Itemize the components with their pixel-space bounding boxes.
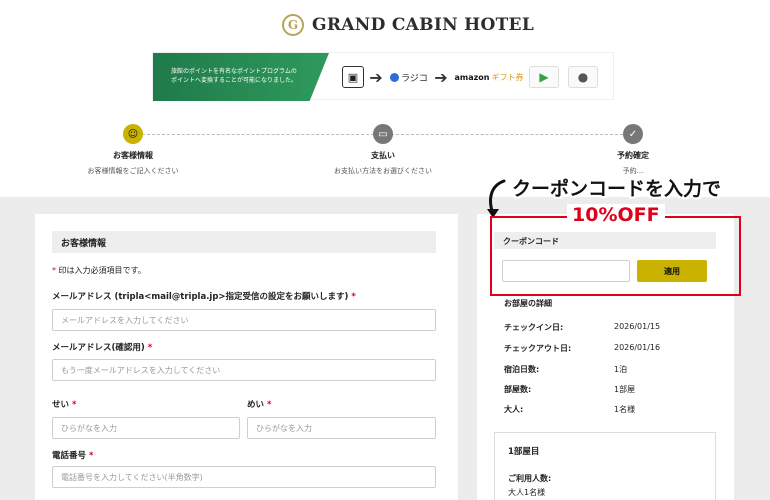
- point-card-icon: ▣: [342, 66, 364, 88]
- check-icon: ✓: [623, 124, 643, 144]
- required-mark: *: [52, 266, 56, 275]
- detail-row-adults: 大人: 1名様: [504, 404, 704, 415]
- points-banner[interactable]: 旅館のポイントを有名なポイントプログラムの ポイントへ変換することが可能になりま…: [152, 52, 614, 101]
- hotel-name: GRAND CABIN HOTEL: [312, 15, 535, 35]
- email-label: メールアドレス (tripla<mail@tripla.jp>指定受信の設定をお…: [52, 290, 356, 302]
- mei-label: めい *: [247, 398, 271, 410]
- amazon-label: amazon: [454, 72, 490, 82]
- required-mark: *: [147, 343, 153, 353]
- step-customer-info: ☺ お客様情報 お客様情報をご記入ください: [73, 124, 193, 176]
- required-mark: *: [71, 400, 77, 410]
- detail-row-nights: 宿泊日数: 1泊: [504, 364, 704, 375]
- room-details-title: お部屋の詳細: [504, 299, 552, 308]
- detail-row-checkin: チェックイン日: 2026/01/15: [504, 322, 704, 333]
- banner-line-1: 旅館のポイントを有名なポイントプログラムの: [171, 68, 297, 75]
- apple-icon: ●: [568, 66, 598, 88]
- rajiko-dot-icon: [390, 72, 400, 82]
- required-note: * 印は入力必須項目です。: [52, 265, 146, 276]
- banner-text: 旅館のポイントを有名なポイントプログラムの ポイントへ変換することが可能になりま…: [171, 67, 321, 86]
- banner-line-2: ポイントへ変換することが可能になりました。: [171, 77, 298, 85]
- email-confirm-field[interactable]: [52, 359, 436, 381]
- detail-label: 宿泊日数:: [504, 365, 540, 374]
- detail-label: 大人:: [504, 405, 524, 414]
- step-title: 支払い: [371, 151, 395, 160]
- coupon-callout: クーポンコードを入力で: [512, 178, 722, 200]
- email-field[interactable]: [52, 309, 436, 331]
- step-title: 予約確定: [617, 151, 649, 160]
- hotel-logo[interactable]: G GRAND CABIN HOTEL: [282, 14, 534, 36]
- detail-value: 2026/01/15: [614, 322, 661, 331]
- step-confirm: ✓ 予約確定 予約...: [573, 124, 693, 176]
- detail-value: 1泊: [614, 365, 628, 374]
- email-confirm-label: メールアドレス(確認用) *: [52, 341, 152, 353]
- mei-label-text: めい: [247, 400, 265, 410]
- detail-row-checkout: チェックアウト日: 2026/01/16: [504, 343, 704, 354]
- detail-row-rooms: 部屋数: 1部屋: [504, 384, 704, 395]
- sei-label: せい *: [52, 398, 76, 410]
- amazon-gift-label: ギフト券: [491, 72, 524, 82]
- required-note-text: 印は入力必須項目です。: [58, 266, 146, 275]
- form-section-title: お客様情報: [52, 231, 436, 253]
- email-label-text: メールアドレス (tripla<mail@tripla.jp>指定受信の設定をお…: [52, 292, 349, 302]
- room-card: 1部屋目 ご利用人数: 大人1名様: [494, 432, 716, 500]
- credit-card-icon: ▭: [373, 124, 393, 144]
- google-play-icon: ▶: [529, 66, 559, 88]
- hotel-logo-icon: G: [282, 14, 304, 36]
- amazon-gift-icon: amazon ギフト券: [452, 66, 526, 88]
- sei-field[interactable]: [52, 417, 240, 439]
- email-confirm-label-text: メールアドレス(確認用): [52, 343, 145, 353]
- step-subtitle: お客様情報をご記入ください: [87, 167, 179, 175]
- required-mark: *: [266, 400, 272, 410]
- detail-label: チェックアウト日:: [504, 344, 572, 353]
- step-payment: ▭ 支払い お支払い方法をお選びください: [323, 124, 443, 176]
- required-mark: *: [351, 292, 356, 302]
- coupon-highlight-box: [490, 216, 741, 296]
- phone-label: 電話番号 *: [52, 449, 93, 461]
- rajiko-label: ラジコ: [401, 73, 428, 84]
- rajiko-icon: ラジコ: [385, 66, 433, 88]
- step-title: お客様情報: [113, 151, 153, 160]
- detail-value: 1部屋: [614, 385, 636, 394]
- phone-field[interactable]: [52, 466, 436, 488]
- arrow-right-icon: ➔: [434, 67, 448, 87]
- sei-label-text: せい: [52, 400, 70, 410]
- detail-value: 1名様: [614, 405, 636, 414]
- phone-label-text: 電話番号: [52, 451, 87, 461]
- room-title: 1部屋目: [508, 447, 540, 457]
- arrow-right-icon: ➔: [369, 67, 383, 87]
- customer-form: お客様情報 * 印は入力必須項目です。 メールアドレス (tripla<mail…: [35, 214, 458, 500]
- guests-label: ご利用人数:: [508, 474, 552, 483]
- mei-field[interactable]: [247, 417, 436, 439]
- page-header: G GRAND CABIN HOTEL 旅館のポイントを有名なポイントプログラム…: [0, 0, 770, 197]
- step-subtitle: お支払い方法をお選びください: [334, 167, 432, 175]
- required-mark: *: [88, 451, 94, 461]
- detail-label: 部屋数:: [504, 385, 532, 394]
- guests-value: 大人1名様: [508, 488, 546, 497]
- discount-label: 10%OFF: [567, 204, 665, 226]
- smiley-icon: ☺: [123, 124, 143, 144]
- detail-value: 2026/01/16: [614, 343, 661, 352]
- detail-label: チェックイン日:: [504, 323, 564, 332]
